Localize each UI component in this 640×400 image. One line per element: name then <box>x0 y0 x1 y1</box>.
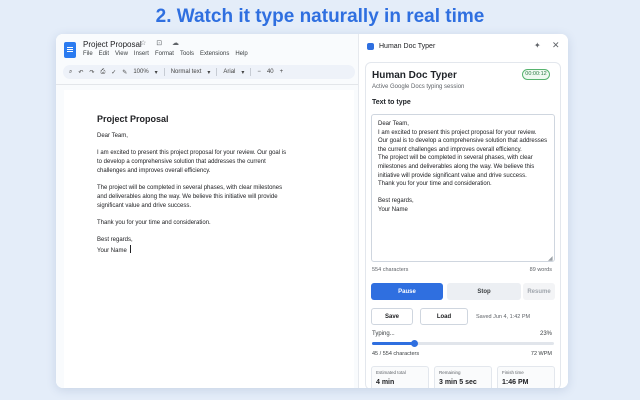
document-greeting: Dear Team, <box>97 133 128 139</box>
style-select[interactable]: Normal text <box>171 69 202 75</box>
font-size-input[interactable]: 40 <box>267 69 274 75</box>
session-timer-badge: 00:00:12 <box>522 69 550 80</box>
menu-file[interactable]: File <box>83 51 93 57</box>
stat-value: 3 min 5 sec <box>439 379 477 386</box>
document-heading: Project Proposal <box>97 114 169 124</box>
stat-label: Remaining <box>439 370 461 375</box>
redo-icon[interactable]: ↷ <box>89 69 94 76</box>
app-title: Human Doc Typer <box>372 70 457 81</box>
menu-insert[interactable]: Insert <box>134 51 149 57</box>
typing-speed: 72 WPM <box>530 351 552 357</box>
font-size-decrease-icon[interactable]: − <box>257 69 261 75</box>
progress-character-count: 45 / 554 characters <box>372 351 420 357</box>
ruler <box>56 84 358 85</box>
stat-remaining: Remaining 3 min 5 sec <box>434 366 492 388</box>
app-window: Project Proposal ☆ ⊡ ☁ File Edit View In… <box>56 34 568 388</box>
docs-toolbar: ⌕ ↶ ↷ ⎙ ✓ ✎ 100% ▾ Normal text ▾ Arial ▾… <box>63 65 355 79</box>
document-paragraph-1: I am excited to present this project pro… <box>97 150 287 174</box>
stat-estimated-total: Estimated total 4 min <box>371 366 429 388</box>
menu-extensions[interactable]: Extensions <box>200 51 229 57</box>
style-chevron-down-icon[interactable]: ▾ <box>207 69 210 76</box>
load-button[interactable]: Load <box>420 308 468 325</box>
document-title[interactable]: Project Proposal <box>83 40 142 49</box>
docs-editor: Project Proposal ☆ ⊡ ☁ File Edit View In… <box>56 34 358 388</box>
resume-button[interactable]: Resume <box>523 283 555 300</box>
document-body[interactable]: Project Proposal Dear Team, I am excited… <box>97 114 287 256</box>
pin-icon[interactable]: ✦ <box>534 41 541 50</box>
progress-percent: 23% <box>539 331 552 337</box>
typer-card: Human Doc Typer 00:00:12 Active Google D… <box>365 62 561 388</box>
toolbar-divider <box>250 68 252 76</box>
stat-value: 1:46 PM <box>502 379 529 386</box>
progress-bar <box>372 340 554 347</box>
text-to-type-label: Text to type <box>372 99 411 106</box>
stat-label: Finish time <box>502 370 524 375</box>
stat-finish-time: Finish time 1:46 PM <box>497 366 555 388</box>
text-cursor <box>129 245 131 253</box>
menu-tools[interactable]: Tools <box>180 51 194 57</box>
progress-bar-knob <box>410 340 418 347</box>
typing-status: Typing... <box>372 331 395 337</box>
stop-button[interactable]: Stop <box>447 283 521 300</box>
progress-bar-fill <box>372 342 414 345</box>
star-move-cloud-icons[interactable]: ☆ ⊡ ☁ <box>140 39 183 47</box>
zoom-select[interactable]: 100% <box>133 69 148 75</box>
menu-format[interactable]: Format <box>155 51 174 57</box>
paint-format-icon[interactable]: ✎ <box>122 69 127 76</box>
panel-header-title: Human Doc Typer <box>379 43 436 50</box>
typer-side-panel: Human Doc Typer ✦ ✕ Human Doc Typer 00:0… <box>358 34 568 388</box>
menu-edit[interactable]: Edit <box>99 51 109 57</box>
document-paragraph-2: The project will be completed in several… <box>97 185 283 209</box>
character-count: 554 characters <box>372 267 409 273</box>
menu-help[interactable]: Help <box>235 51 247 57</box>
document-page[interactable]: Project Proposal Dear Team, I am excited… <box>64 90 354 388</box>
font-chevron-down-icon[interactable]: ▾ <box>241 69 244 76</box>
app-subtitle: Active Google Docs typing session <box>372 84 465 90</box>
document-name: Your Name <box>97 248 127 254</box>
document-signature: Your Name <box>97 245 287 256</box>
docs-logo-icon[interactable] <box>64 42 76 58</box>
resize-handle-icon[interactable]: ◢ <box>548 255 553 262</box>
search-icon[interactable]: ⌕ <box>69 69 72 76</box>
stat-label: Estimated total <box>376 370 406 375</box>
font-size-increase-icon[interactable]: + <box>280 69 284 75</box>
docs-header: Project Proposal ☆ ⊡ ☁ File Edit View In… <box>56 34 358 84</box>
save-button[interactable]: Save <box>371 308 413 325</box>
document-closing: Best regards, <box>97 237 133 243</box>
word-count: 89 words <box>529 267 552 273</box>
zoom-chevron-down-icon[interactable]: ▾ <box>155 69 158 76</box>
menu-view[interactable]: View <box>115 51 128 57</box>
toolbar-divider <box>163 68 165 76</box>
document-paragraph-3: Thank you for your time and consideratio… <box>97 220 211 226</box>
saved-timestamp: Saved Jun 4, 1:42 PM <box>476 314 531 320</box>
panel-header: Human Doc Typer ✦ ✕ <box>359 34 568 60</box>
text-to-type-input[interactable]: Dear Team, I am excited to present this … <box>371 114 555 262</box>
undo-icon[interactable]: ↶ <box>78 69 83 76</box>
headline: 2. Watch it type naturally in real time <box>155 6 485 27</box>
toolbar-divider <box>216 68 218 76</box>
app-icon <box>367 43 374 50</box>
pause-button[interactable]: Pause <box>371 283 443 300</box>
stat-value: 4 min <box>376 379 395 386</box>
menu-bar: File Edit View Insert Format Tools Exten… <box>83 51 248 57</box>
close-icon[interactable]: ✕ <box>552 40 560 51</box>
font-select[interactable]: Arial <box>223 69 235 75</box>
spellcheck-icon[interactable]: ✓ <box>111 69 116 76</box>
print-icon[interactable]: ⎙ <box>100 69 105 76</box>
